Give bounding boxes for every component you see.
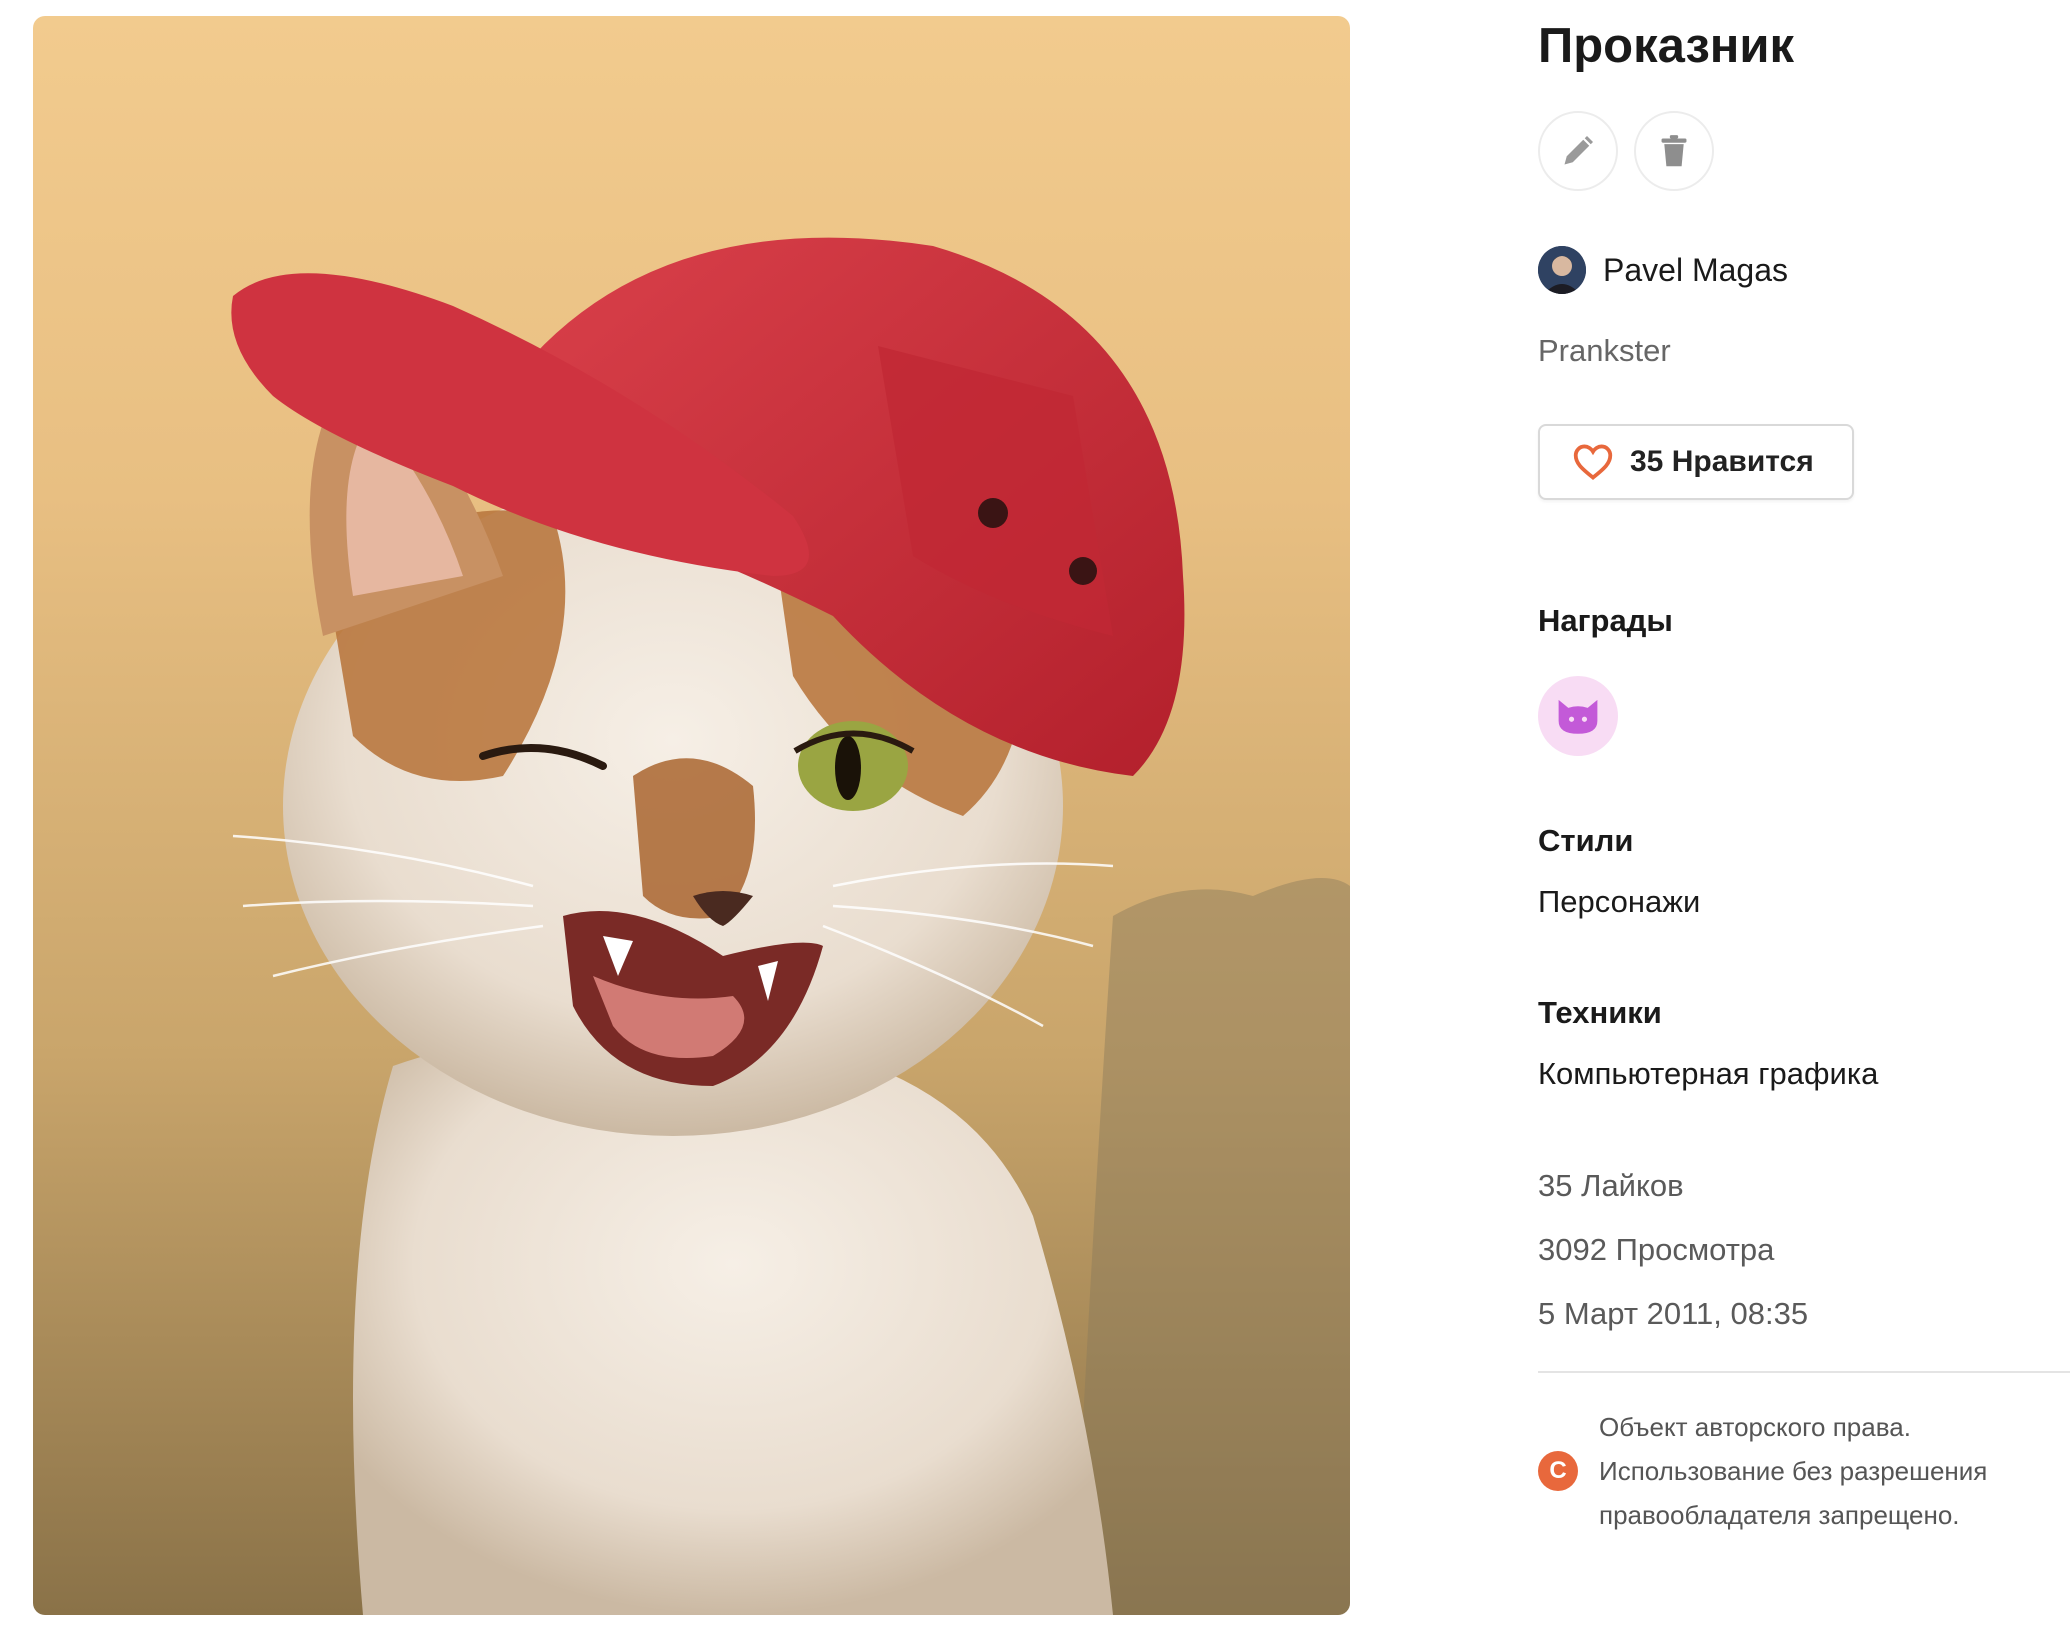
copyright-line-2: Использование без разрешения [1599, 1456, 1988, 1486]
award-badge[interactable] [1538, 676, 1618, 756]
edit-button[interactable] [1538, 111, 1618, 191]
artwork-title: Проказник [1538, 19, 1795, 73]
like-button[interactable]: 35 Нравится [1538, 424, 1854, 500]
publish-date: 5 Март 2011, 08:35 [1538, 1296, 1809, 1331]
copyright-notice: Объект авторского права. Использование б… [1599, 1405, 2069, 1537]
artwork-image[interactable] [33, 16, 1350, 1615]
author-link[interactable]: Pavel Magas [1538, 246, 1788, 294]
copyright-icon: C [1538, 1451, 1578, 1491]
techniques-value[interactable]: Компьютерная графика [1538, 1056, 1878, 1092]
info-panel: Проказник Pavel Magas Prankster 35 Нрави… [1538, 0, 2070, 1648]
divider [1538, 1371, 2070, 1373]
delete-button[interactable] [1634, 111, 1714, 191]
cat-icon [1558, 699, 1598, 734]
trash-icon [1661, 135, 1687, 167]
author-name: Pavel Magas [1603, 251, 1788, 288]
likes-count: 35 Лайков [1538, 1168, 1684, 1203]
views-count: 3092 Просмотра [1538, 1232, 1775, 1267]
heart-icon [1573, 444, 1613, 480]
styles-heading: Стили [1538, 823, 1634, 858]
kitten-illustration [231, 237, 1350, 1615]
copyright-line-1: Объект авторского права. [1599, 1412, 1911, 1442]
awards-heading: Награды [1538, 603, 1673, 638]
pencil-icon [1564, 136, 1593, 165]
copyright-line-3: правообладателя запрещено. [1599, 1500, 1960, 1530]
avatar [1538, 246, 1586, 294]
like-label: 35 Нравится [1630, 445, 1814, 478]
artwork-subtitle: Prankster [1538, 333, 1671, 368]
techniques-heading: Техники [1538, 995, 1662, 1030]
styles-value[interactable]: Персонажи [1538, 884, 1700, 920]
